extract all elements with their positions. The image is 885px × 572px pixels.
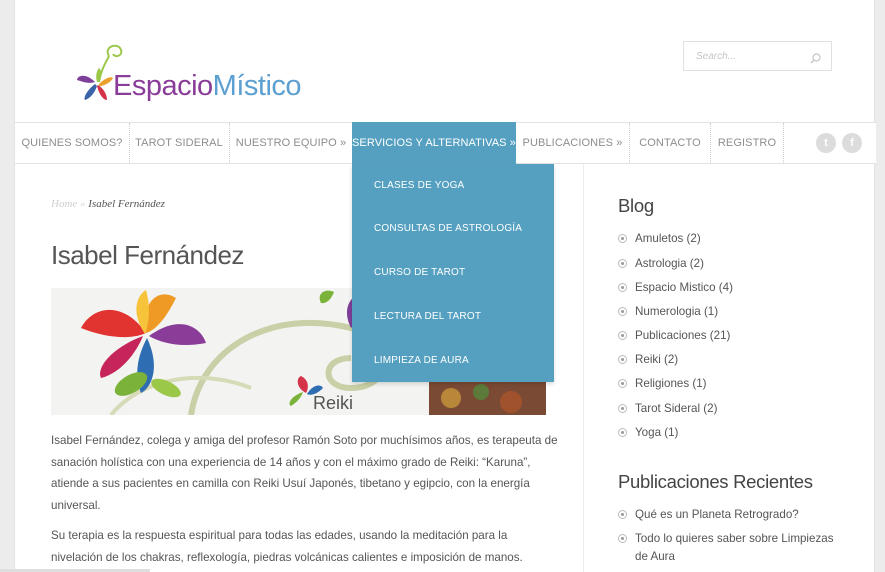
dropdown-item-limpieza-de-aura[interactable]: LIMPIEZA DE AURA <box>374 355 469 366</box>
servicios-dropdown-menu: CLASES DE YOGA CONSULTAS DE ASTROLOGÍA C… <box>352 164 554 382</box>
sidebar-category-item[interactable]: Publicaciones (21) <box>618 329 730 342</box>
recent-post-item[interactable]: Todo lo quieres saber sobre Limpiezas de… <box>618 530 848 566</box>
body-paragraph-2: Su terapia es la respuesta espiritual pa… <box>51 529 523 564</box>
sidebar-category-item[interactable]: Yoga (1) <box>618 426 678 439</box>
bullet-icon <box>618 428 627 437</box>
search-box <box>683 41 832 71</box>
sidebar-divider <box>583 164 584 572</box>
nav-item-tarot-sideral[interactable]: TAROT SIDERAL <box>130 123 228 163</box>
main-nav: QUIENES SOMOS? TAROT SIDERAL NUESTRO EQU… <box>15 122 876 164</box>
nav-item-nuestro-equipo[interactable]: NUESTRO EQUIPO » <box>230 123 352 163</box>
sidebar-recent-title: Publicaciones Recientes <box>618 471 813 492</box>
bullet-icon <box>618 331 627 340</box>
nav-item-registro[interactable]: REGISTRO <box>711 123 783 163</box>
sidebar-blog-title: Blog <box>618 195 654 216</box>
category-label: Tarot Sideral (2) <box>635 402 718 415</box>
breadcrumb-home-link[interactable]: Home <box>51 198 77 210</box>
category-label: Espacio Mistico (4) <box>635 281 733 294</box>
banner-reiki-label: Reiki <box>313 393 354 413</box>
sidebar-category-item[interactable]: Espacio Mistico (4) <box>618 281 733 294</box>
sidebar-category-item[interactable]: Amuletos (2) <box>618 232 701 245</box>
breadcrumb: Home » Isabel Fernández <box>51 198 165 210</box>
page-title: Isabel Fernández <box>51 240 244 270</box>
breadcrumb-current: Isabel Fernández <box>88 198 165 210</box>
sidebar-category-item[interactable]: Religiones (1) <box>618 377 707 390</box>
breadcrumb-separator: » <box>80 198 86 210</box>
bullet-icon <box>618 534 627 543</box>
page-container: EspacioMístico QUIENES SOMOS? TAROT SIDE… <box>14 0 876 572</box>
category-label: Numerologia (1) <box>635 305 719 318</box>
category-label: Publicaciones (21) <box>635 329 731 342</box>
bullet-icon <box>618 283 627 292</box>
nav-item-publicaciones[interactable]: PUBLICACIONES » <box>516 123 629 163</box>
recent-post-item[interactable]: Qué es un Planeta Retrogrado? <box>618 506 848 524</box>
nav-item-contacto[interactable]: CONTACTO <box>630 123 710 163</box>
bullet-icon <box>618 510 627 519</box>
facebook-icon[interactable]: f <box>842 133 862 153</box>
nav-separator <box>783 123 784 163</box>
body-paragraph-1: Isabel Fernández, colega y amiga del pro… <box>51 434 558 512</box>
category-label: Yoga (1) <box>635 426 679 439</box>
recent-post-label: Qué es un Planeta Retrogrado? <box>635 508 799 521</box>
bullet-icon <box>618 379 627 388</box>
twitter-icon[interactable]: t <box>816 133 836 153</box>
sidebar-category-item[interactable]: Reiki (2) <box>618 353 678 366</box>
bullet-icon <box>618 307 627 316</box>
category-label: Amuletos (2) <box>635 232 701 245</box>
bullet-icon <box>618 234 627 243</box>
bullet-icon <box>618 355 627 364</box>
logo-word-1: Espacio <box>113 70 213 102</box>
search-input[interactable] <box>684 42 802 70</box>
category-label: Astrologia (2) <box>635 257 704 270</box>
dropdown-item-lectura-del-tarot[interactable]: LECTURA DEL TAROT <box>374 311 481 322</box>
dropdown-item-curso-de-tarot[interactable]: CURSO DE TAROT <box>374 267 465 278</box>
logo-word-2: Místico <box>212 70 302 102</box>
nav-item-quienes-somos[interactable]: QUIENES SOMOS? <box>15 123 129 163</box>
category-label: Religiones (1) <box>635 377 707 390</box>
dropdown-item-consultas-astrologia[interactable]: CONSULTAS DE ASTROLOGÍA <box>374 223 522 234</box>
sidebar-category-item[interactable]: Numerologia (1) <box>618 305 718 318</box>
nav-item-servicios[interactable]: SERVICIOS Y ALTERNATIVAS » <box>352 122 516 164</box>
sidebar-category-item[interactable]: Tarot Sideral (2) <box>618 402 717 415</box>
logo-wordmark: EspacioMístico <box>113 70 302 103</box>
site-header: EspacioMístico <box>15 0 876 122</box>
site-logo[interactable]: EspacioMístico <box>75 42 335 108</box>
dropdown-item-clases-de-yoga[interactable]: CLASES DE YOGA <box>374 180 464 191</box>
sidebar-category-item[interactable]: Astrologia (2) <box>618 257 704 270</box>
bullet-icon <box>618 259 627 268</box>
search-icon[interactable] <box>810 51 821 69</box>
bullet-icon <box>618 404 627 413</box>
recent-post-label: Todo lo quieres saber sobre Limpiezas de… <box>635 532 834 563</box>
category-label: Reiki (2) <box>635 353 679 366</box>
